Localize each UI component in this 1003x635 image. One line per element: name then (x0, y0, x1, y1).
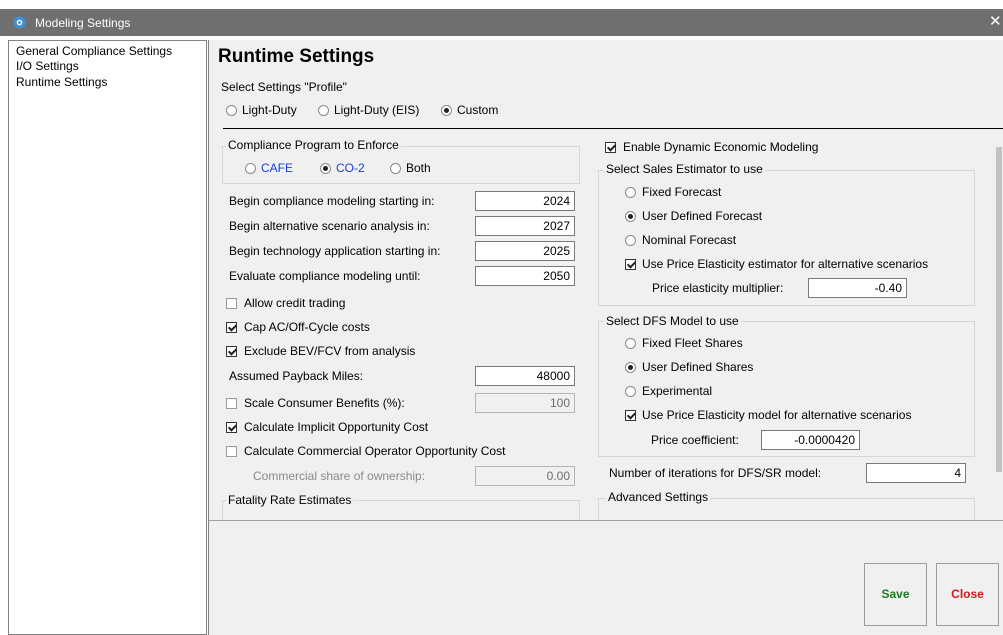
exclude-bev-fcv-label[interactable]: Exclude BEV/FCV from analysis (244, 344, 415, 358)
scale-consumer-benefits-input[interactable]: 100 (475, 393, 575, 413)
payback-miles-input[interactable]: 48000 (475, 366, 575, 386)
commercial-opportunity-label[interactable]: Calculate Commercial Operator Opportunit… (244, 444, 505, 458)
page-title: Runtime Settings (218, 46, 375, 67)
compliance-cafe-label[interactable]: CAFE (261, 161, 293, 175)
profile-custom-radio[interactable] (441, 105, 452, 116)
allow-credit-trading-checkbox[interactable] (226, 298, 237, 309)
profile-light-duty-eis-radio[interactable] (318, 105, 329, 116)
nominal-forecast-radio[interactable] (625, 235, 636, 246)
fixed-fleet-shares-radio[interactable] (625, 338, 636, 349)
settings-nav-list: General Compliance Settings I/O Settings… (8, 40, 207, 635)
begin-compliance-label: Begin compliance modeling starting in: (229, 194, 435, 208)
window-close-icon[interactable]: ✕ (989, 12, 1003, 30)
exclude-bev-fcv-checkbox[interactable] (226, 346, 237, 357)
profile-light-duty-eis-label[interactable]: Light-Duty (EIS) (334, 103, 419, 117)
sales-elasticity-label[interactable]: Use Price Elasticity estimator for alter… (642, 257, 928, 271)
compliance-both-radio[interactable] (390, 163, 401, 174)
elasticity-multiplier-input[interactable]: -0.40 (808, 278, 907, 298)
save-button[interactable]: Save (864, 563, 927, 626)
implicit-opportunity-label[interactable]: Calculate Implicit Opportunity Cost (244, 420, 428, 434)
cap-ac-offcycle-label[interactable]: Cap AC/Off-Cycle costs (244, 320, 370, 334)
divider (223, 128, 1003, 129)
close-button[interactable]: Close (936, 563, 999, 626)
sales-elasticity-checkbox[interactable] (625, 259, 636, 270)
profile-label: Select Settings "Profile" (221, 80, 347, 94)
window-title-bar: Modeling Settings ✕ (0, 9, 1003, 36)
begin-technology-year-input[interactable]: 2025 (475, 241, 575, 261)
dfs-elasticity-checkbox[interactable] (625, 410, 636, 421)
nominal-forecast-label[interactable]: Nominal Forecast (642, 233, 736, 247)
fatality-rate-title: Fatality Rate Estimates (226, 493, 354, 507)
compliance-program-title: Compliance Program to Enforce (226, 138, 401, 152)
compliance-co2-label[interactable]: CO-2 (336, 161, 365, 175)
commercial-opportunity-checkbox[interactable] (226, 446, 237, 457)
scrollbar-thumb[interactable] (996, 147, 1002, 472)
window-title: Modeling Settings (35, 16, 131, 30)
implicit-opportunity-checkbox[interactable] (226, 422, 237, 433)
fixed-forecast-label[interactable]: Fixed Forecast (642, 185, 721, 199)
iterations-label: Number of iterations for DFS/SR model: (609, 466, 822, 480)
user-defined-forecast-radio[interactable] (625, 211, 636, 222)
evaluate-until-label: Evaluate compliance modeling until: (229, 269, 421, 283)
elasticity-multiplier-label: Price elasticity multiplier: (652, 281, 784, 295)
begin-technology-label: Begin technology application starting in… (229, 244, 441, 258)
profile-custom-label[interactable]: Custom (457, 103, 498, 117)
cap-ac-offcycle-checkbox[interactable] (226, 322, 237, 333)
experimental-radio[interactable] (625, 386, 636, 397)
commercial-share-label: Commercial share of ownership: (253, 469, 426, 483)
price-coefficient-input[interactable]: -0.0000420 (761, 430, 860, 450)
scale-consumer-benefits-checkbox[interactable] (226, 398, 237, 409)
begin-compliance-year-input[interactable]: 2024 (475, 191, 575, 211)
dynamic-econ-checkbox[interactable] (605, 142, 616, 153)
dynamic-econ-label[interactable]: Enable Dynamic Economic Modeling (623, 140, 818, 154)
advanced-settings-title: Advanced Settings (606, 490, 711, 504)
profile-light-duty-radio[interactable] (226, 105, 237, 116)
commercial-share-input[interactable]: 0.00 (475, 466, 575, 486)
user-defined-shares-radio[interactable] (625, 362, 636, 373)
dfs-model-title: Select DFS Model to use (604, 314, 741, 328)
experimental-label[interactable]: Experimental (642, 384, 712, 398)
allow-credit-trading-label[interactable]: Allow credit trading (244, 296, 345, 310)
iterations-input[interactable]: 4 (866, 463, 966, 483)
profile-light-duty-label[interactable]: Light-Duty (242, 103, 297, 117)
user-defined-shares-label[interactable]: User Defined Shares (642, 360, 753, 374)
begin-alternative-label: Begin alternative scenario analysis in: (229, 219, 430, 233)
sales-estimator-title: Select Sales Estimator to use (604, 162, 765, 176)
evaluate-until-year-input[interactable]: 2050 (475, 266, 575, 286)
nav-item-io-settings[interactable]: I/O Settings (16, 59, 79, 73)
nav-item-runtime-settings[interactable]: Runtime Settings (16, 75, 107, 89)
user-defined-forecast-label[interactable]: User Defined Forecast (642, 209, 762, 223)
compliance-cafe-radio[interactable] (245, 163, 256, 174)
nav-item-general-compliance[interactable]: General Compliance Settings (16, 44, 172, 58)
fixed-fleet-shares-label[interactable]: Fixed Fleet Shares (642, 336, 743, 350)
app-gear-icon (13, 16, 26, 29)
price-coefficient-label: Price coefficient: (651, 433, 739, 447)
compliance-both-label[interactable]: Both (406, 161, 431, 175)
dfs-elasticity-label[interactable]: Use Price Elasticity model for alternati… (642, 408, 911, 422)
fixed-forecast-radio[interactable] (625, 187, 636, 198)
begin-alternative-year-input[interactable]: 2027 (475, 216, 575, 236)
payback-miles-label: Assumed Payback Miles: (229, 369, 364, 383)
scale-consumer-benefits-label[interactable]: Scale Consumer Benefits (%): (244, 396, 405, 410)
compliance-co2-radio[interactable] (320, 163, 331, 174)
